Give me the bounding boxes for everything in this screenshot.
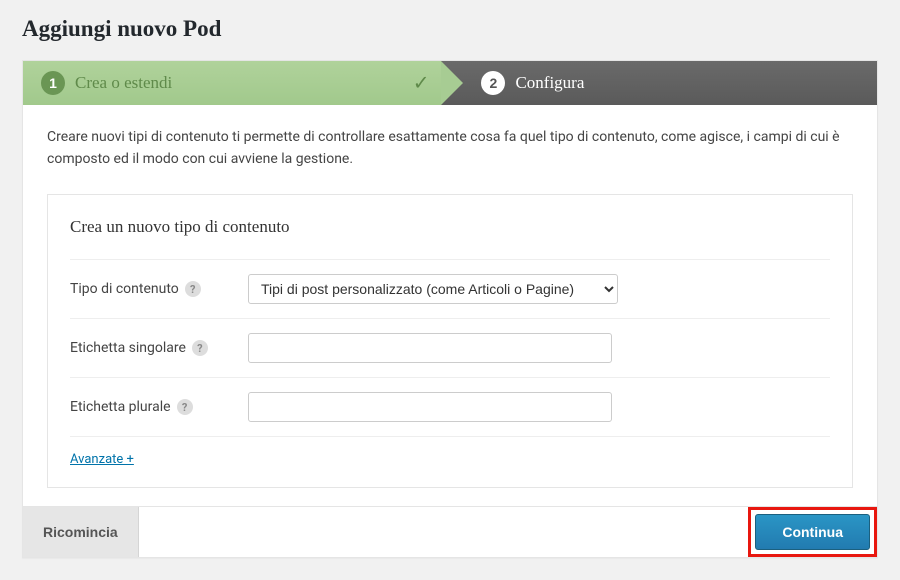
checkmark-icon: ✓: [413, 71, 430, 96]
form-heading: Crea un nuovo tipo di contenuto: [70, 217, 830, 237]
footer-spacer: [139, 507, 749, 557]
field-content-type: Tipo di contenuto ? Tipi di post persona…: [70, 259, 830, 318]
step-label-2: Configura: [515, 73, 584, 93]
advanced-toggle[interactable]: Avanzate +: [70, 452, 134, 467]
page-title: Aggiungi nuovo Pod: [22, 16, 878, 42]
wizard-steps: 1 Crea o estendi ✓ 2 Configura: [23, 61, 877, 105]
singular-input[interactable]: [248, 333, 612, 363]
continue-button[interactable]: Continua: [755, 514, 870, 550]
help-icon[interactable]: ?: [177, 399, 193, 415]
content-type-select[interactable]: Tipi di post personalizzato (come Artico…: [248, 274, 618, 304]
plural-label: Etichetta plurale: [70, 399, 171, 415]
singular-label: Etichetta singolare: [70, 340, 186, 356]
wizard-panel: 1 Crea o estendi ✓ 2 Configura Creare nu…: [22, 60, 878, 558]
field-plural-label: Etichetta plurale ?: [70, 377, 830, 436]
content-type-label: Tipo di contenuto: [70, 281, 179, 297]
intro-text: Creare nuovi tipi di contenuto ti permet…: [23, 105, 877, 194]
restart-button[interactable]: Ricomincia: [23, 507, 139, 557]
wizard-footer: Ricomincia Continua: [23, 506, 877, 557]
help-icon[interactable]: ?: [185, 281, 201, 297]
help-icon[interactable]: ?: [192, 340, 208, 356]
step-number-1: 1: [41, 71, 65, 95]
step-label-1: Crea o estendi: [75, 73, 172, 93]
continue-highlight: Continua: [748, 507, 877, 557]
step-create-extend[interactable]: 1 Crea o estendi ✓: [23, 61, 441, 105]
step-number-2: 2: [481, 71, 505, 95]
advanced-row: Avanzate +: [70, 436, 830, 473]
field-singular-label: Etichetta singolare ?: [70, 318, 830, 377]
plural-input[interactable]: [248, 392, 612, 422]
step-configure[interactable]: 2 Configura: [441, 61, 877, 105]
form-panel: Crea un nuovo tipo di contenuto Tipo di …: [47, 194, 853, 488]
